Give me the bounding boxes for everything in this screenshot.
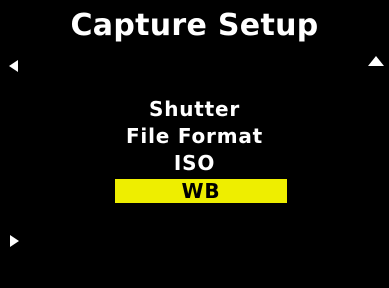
chevron-right-icon[interactable] [6, 233, 22, 249]
menu-item-iso[interactable]: ISO [0, 150, 389, 177]
menu-item-file-format[interactable]: File Format [0, 123, 389, 150]
chevron-up-icon[interactable] [367, 54, 384, 70]
capture-setup-menu: Shutter File Format ISO WB [0, 96, 389, 203]
menu-item-wb-selected[interactable]: WB [115, 179, 287, 203]
menu-item-label: ISO [173, 151, 216, 175]
menu-item-label: WB [181, 179, 221, 203]
chevron-left-icon[interactable] [6, 58, 22, 74]
menu-item-label: File Format [125, 124, 264, 148]
menu-item-shutter[interactable]: Shutter [0, 96, 389, 123]
screen-title: Capture Setup [70, 8, 319, 43]
menu-item-label: Shutter [148, 97, 241, 121]
camera-menu-screen: Capture Setup Shutter File Format ISO WB [0, 0, 389, 288]
